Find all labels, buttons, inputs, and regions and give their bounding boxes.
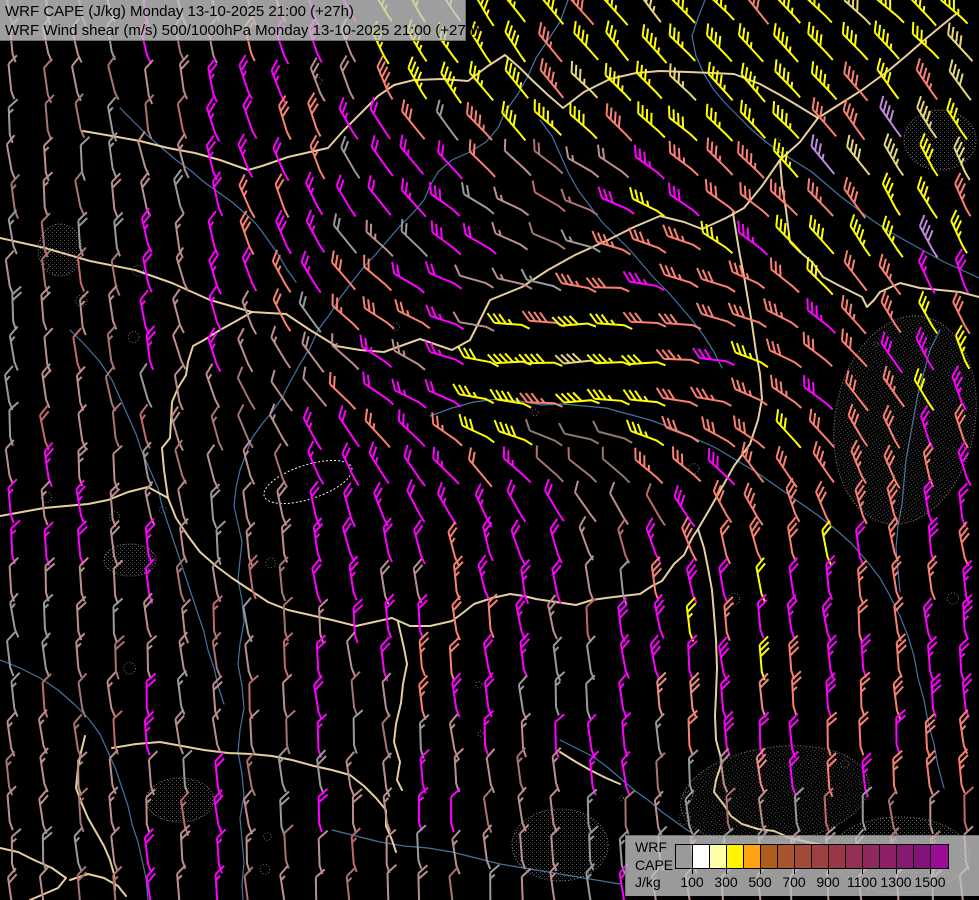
legend-title: WRF CAPE J/kg: [635, 839, 673, 892]
legend-color-cell: [914, 845, 931, 868]
legend-color-cell: [710, 845, 727, 868]
legend-tick-label: 700: [782, 874, 805, 890]
wrf-map-viewport: WRF CAPE (J/kg) Monday 13-10-2025 21:00 …: [0, 0, 979, 900]
legend-color-cell: [829, 845, 846, 868]
legend-tick-label: 900: [816, 874, 839, 890]
legend-color-cell: [727, 845, 744, 868]
legend-title-line-3: J/kg: [635, 874, 673, 892]
legend-color-cell: [897, 845, 914, 868]
legend-color-cell: [676, 845, 693, 868]
urban-area: [512, 809, 608, 881]
legend-color-cell: [693, 845, 710, 868]
legend-title-line-1: WRF: [635, 839, 673, 857]
urban-area: [904, 110, 976, 170]
legend-color-cell: [744, 845, 761, 868]
legend-color-cell: [880, 845, 897, 868]
legend-color-cell: [812, 845, 829, 868]
legend-title-line-2: CAPE: [635, 857, 673, 875]
legend-tick-label: 1500: [914, 874, 945, 890]
legend-tick-label: 100: [680, 874, 703, 890]
legend-tick-label: 1300: [880, 874, 911, 890]
legend-color-cell: [778, 845, 795, 868]
legend-tick-label: 300: [714, 874, 737, 890]
legend-tick-label: 1100: [847, 874, 877, 890]
legend-color-cell: [931, 845, 948, 868]
legend-color-cell: [863, 845, 880, 868]
legend-tick-label: 500: [748, 874, 771, 890]
cape-legend: WRF CAPE J/kg 100 300 500 700 900 11001300150…: [625, 835, 979, 896]
title-line-1: WRF CAPE (J/kg) Monday 13-10-2025 21:00 …: [5, 2, 465, 21]
title-overlay: WRF CAPE (J/kg) Monday 13-10-2025 21:00 …: [0, 0, 466, 41]
legend-colorbar: [675, 844, 949, 869]
map-canvas: [0, 0, 979, 900]
title-line-2: WRF Wind shear (m/s) 500/1000hPa Monday …: [5, 21, 465, 40]
urban-area: [146, 778, 214, 822]
legend-color-cell: [761, 845, 778, 868]
legend-color-cell: [795, 845, 812, 868]
legend-color-cell: [846, 845, 863, 868]
